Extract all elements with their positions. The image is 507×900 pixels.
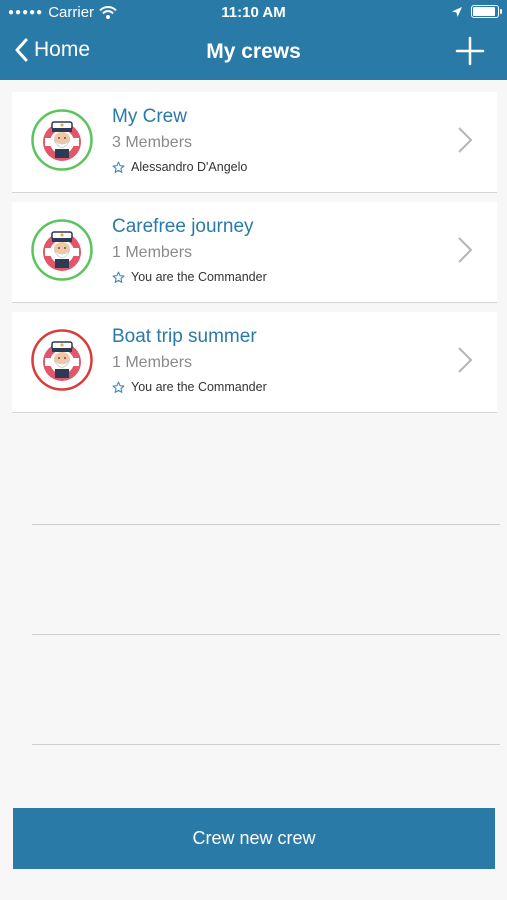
chevron-right-icon — [458, 127, 473, 153]
chevron-right-icon — [458, 237, 473, 263]
page-title: My crews — [206, 40, 301, 63]
star-outline-icon — [112, 271, 125, 283]
star-outline-icon — [112, 161, 125, 173]
captain-avatar-icon — [31, 109, 93, 171]
crew-new-crew-button[interactable]: Crew new crew — [13, 808, 495, 869]
crew-list-item[interactable]: Boat trip summer 1 Members You are the C… — [12, 312, 497, 412]
crew-name: Carefree journey — [112, 216, 254, 237]
crew-name: My Crew — [112, 106, 187, 127]
row-divider — [32, 744, 500, 745]
member-count: 1 Members — [112, 354, 193, 371]
row-divider — [32, 524, 500, 525]
crew-role-label: You are the Commander — [131, 380, 267, 394]
crew-list-item[interactable]: My Crew 3 Members Alessandro D'Angelo — [12, 92, 497, 192]
crew-list-item[interactable]: Carefree journey 1 Members You are the C… — [12, 202, 497, 302]
plus-icon[interactable] — [455, 36, 485, 66]
crew-role-label: You are the Commander — [131, 270, 267, 284]
row-divider — [32, 634, 500, 635]
crew-role-label: Alessandro D'Angelo — [131, 160, 248, 174]
crew-list: My Crew 3 Members Alessandro D'Angelo Ca… — [12, 92, 497, 422]
top-bar: ●●●●● Carrier 11:10 AM Home My crews — [0, 0, 507, 80]
location-arrow-icon — [452, 6, 462, 17]
captain-avatar-icon — [31, 219, 93, 281]
star-outline-icon — [112, 381, 125, 393]
captain-avatar-icon — [31, 329, 93, 391]
navigation-bar: Home My crews — [0, 28, 507, 76]
clock: 11:10 AM — [221, 4, 286, 21]
battery-icon — [471, 5, 502, 18]
status-bar: ●●●●● Carrier 11:10 AM — [0, 0, 507, 26]
crew-name: Boat trip summer — [112, 326, 257, 347]
chevron-right-icon — [458, 347, 473, 373]
member-count: 1 Members — [112, 244, 193, 261]
member-count: 3 Members — [112, 134, 193, 151]
